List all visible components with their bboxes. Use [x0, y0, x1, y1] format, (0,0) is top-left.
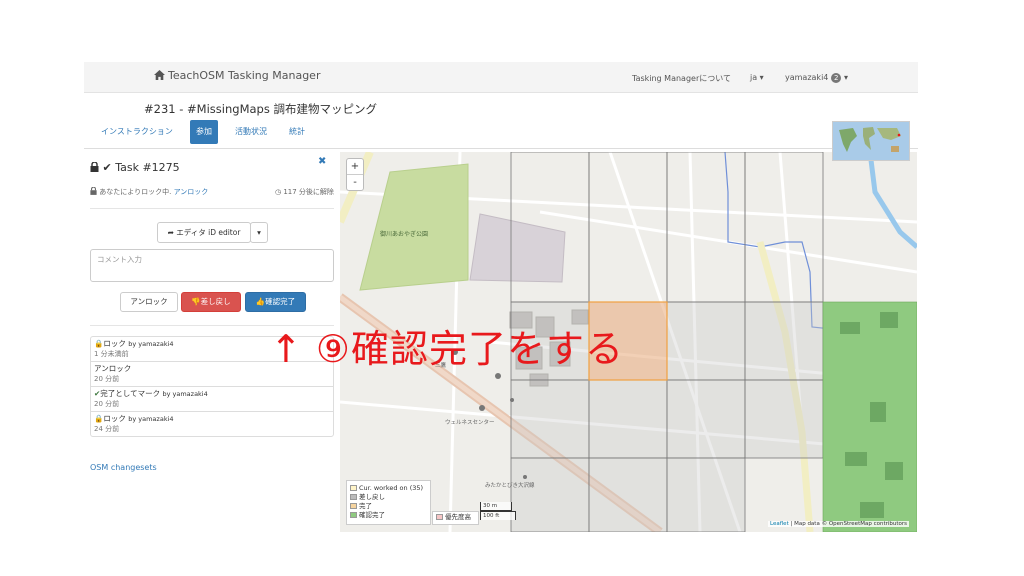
caret-down-icon: ▾: [257, 228, 261, 237]
legend-label: Cur. worked on (35): [359, 484, 424, 492]
tab-instructions[interactable]: インストラクション: [95, 120, 179, 144]
poi-icon: [495, 373, 501, 379]
arrow-right-icon: ➦: [167, 228, 174, 237]
scale-m: 30 m: [480, 502, 512, 511]
thumbs-up-icon: 👍: [255, 297, 266, 306]
list-item: ✔完了としてマーク by yamazaki4 20 分前: [91, 387, 333, 412]
comment-input[interactable]: コメント入力: [90, 249, 334, 282]
osm-changesets-link[interactable]: OSM changesets: [90, 463, 157, 472]
tab-stats[interactable]: 統計: [283, 120, 311, 144]
task-title-label: Task #1275: [115, 161, 180, 174]
auto-unlock: ◷ 117 分後に解除: [275, 187, 334, 197]
user-label: yamazaki4: [785, 73, 829, 82]
zoom-in-button[interactable]: +: [347, 159, 363, 175]
legend-label: 確認完了: [359, 511, 385, 519]
editor-dropdown-toggle[interactable]: ▾: [250, 222, 268, 243]
legend-label: 差し戻し: [359, 493, 385, 501]
minimap[interactable]: [832, 121, 910, 161]
user-dropdown[interactable]: yamazaki4 2 ▾: [785, 73, 848, 83]
notification-badge: 2: [830, 73, 842, 83]
validate-button-label: 確認完了: [265, 297, 296, 306]
facility-label: ウェルネスセンター: [445, 418, 495, 426]
legend-item: 差し戻し: [350, 493, 385, 501]
caret-down-icon: ▾: [841, 73, 848, 82]
reject-button[interactable]: 👎差し戻し: [181, 292, 241, 312]
reject-button-label: 差し戻し: [200, 297, 231, 306]
history-action: 完了としてマーク: [100, 389, 161, 398]
close-icon[interactable]: ✖: [318, 156, 326, 167]
language-dropdown[interactable]: ja ▾: [750, 73, 764, 82]
road-label: みたかとびき大沢線: [485, 481, 535, 489]
caret-down-icon: ▾: [757, 73, 764, 82]
lock-status: あなたによりロック中. アンロック: [90, 186, 209, 197]
unlock-button[interactable]: アンロック: [120, 292, 178, 312]
scale-ft: 100 ft: [480, 511, 516, 520]
scale-bar: 30 m 100 ft: [480, 502, 520, 522]
history-action: アンロック: [94, 364, 132, 373]
world-map-icon: [833, 122, 909, 160]
tab-activity[interactable]: 活動状況: [229, 120, 273, 144]
lock-icon: [90, 186, 97, 195]
legend-swatch: [350, 512, 357, 518]
about-link[interactable]: Tasking Managerについて: [632, 73, 731, 84]
history-time: 20 分前: [94, 375, 120, 383]
zoom-out-button[interactable]: -: [347, 175, 363, 190]
leaflet-link[interactable]: Leaflet: [770, 521, 789, 527]
poi-icon: [523, 475, 527, 479]
zoom-control: + -: [346, 158, 364, 191]
legend-swatch: [350, 503, 357, 509]
history-action: ロック: [103, 339, 126, 348]
lock-icon: [90, 161, 99, 172]
history-user: by yamazaki4: [128, 415, 174, 423]
list-item: 🔒ロック by yamazaki4 24 分前: [91, 412, 333, 437]
history-user: by yamazaki4: [162, 390, 208, 398]
history-time: 24 分前: [94, 425, 120, 433]
park-label: 御川あおやぎ公園: [380, 230, 428, 238]
legend-item: Cur. worked on (35): [350, 484, 423, 492]
editor-button[interactable]: ➦ エディタ iD editor: [157, 222, 251, 243]
editor-button-label: エディタ iD editor: [176, 228, 241, 237]
divider: [84, 148, 918, 149]
lock-status-label: あなたによりロック中.: [99, 188, 172, 196]
check-icon: ✔: [102, 161, 112, 174]
legend-swatch: [350, 485, 357, 491]
history-user: by yamazaki4: [128, 340, 174, 348]
unlock-link[interactable]: アンロック: [174, 188, 209, 196]
bus-stop-icon: [479, 405, 485, 411]
legend-item: 完了: [350, 502, 372, 510]
lock-icon: 🔒: [94, 414, 104, 423]
task-title: ✔ Task #1275: [90, 161, 180, 174]
map-attribution: Leaflet | Map data © OpenStreetMap contr…: [768, 521, 910, 527]
clock-icon: ◷: [275, 188, 282, 196]
lock-icon: 🔒: [94, 339, 104, 348]
priority-legend: 優先度高: [432, 511, 479, 525]
brand-link[interactable]: TeachOSM Tasking Manager: [154, 69, 320, 82]
legend-label: 完了: [359, 502, 372, 510]
divider: [90, 208, 334, 209]
map-legend: Cur. worked on (35) 差し戻し 完了 確認完了: [346, 480, 431, 525]
validate-button[interactable]: 👍確認完了: [245, 292, 306, 312]
thumbs-down-icon: 👎: [191, 297, 201, 306]
history-action: ロック: [103, 414, 126, 423]
history-time: 20 分前: [94, 400, 120, 408]
poi-icon: [510, 398, 514, 402]
legend-swatch: [436, 514, 443, 520]
annotation-text: ↑ ⑨確認完了をする: [270, 327, 624, 371]
legend-swatch: [350, 494, 357, 500]
auto-unlock-label: 117 分後に解除: [283, 188, 334, 196]
priority-label: 優先度高: [445, 513, 471, 521]
attribution-text: | Map data © OpenStreetMap contributors: [788, 521, 908, 527]
home-icon: [154, 70, 165, 80]
legend-item: 確認完了: [350, 511, 385, 519]
tab-contribute[interactable]: 参加: [190, 120, 218, 144]
project-title: #231 - #MissingMaps 調布建物マッピング: [144, 102, 377, 116]
brand-label: TeachOSM Tasking Manager: [168, 69, 321, 82]
